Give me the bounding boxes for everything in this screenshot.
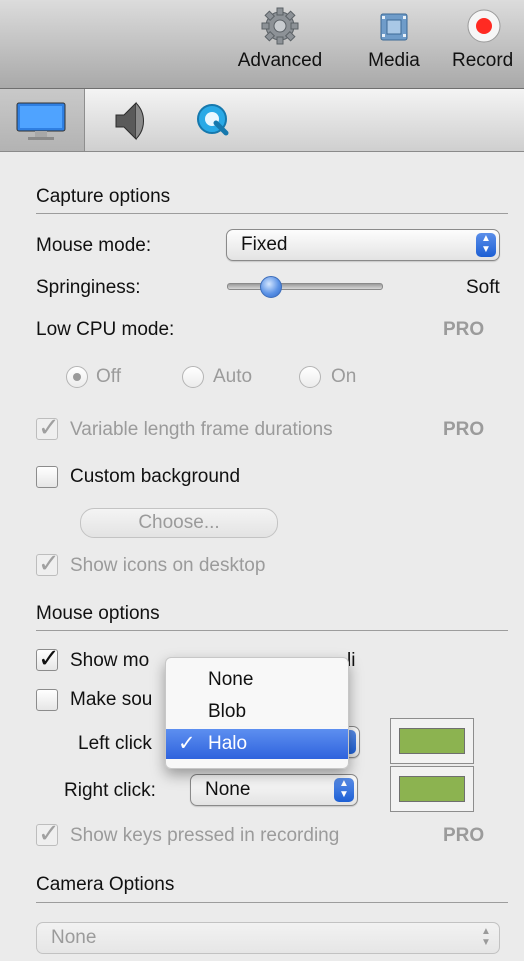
radio-on-label: On xyxy=(331,366,357,387)
record-label: Record xyxy=(452,50,514,71)
show-keys-label: Show keys pressed in recording xyxy=(70,825,340,846)
show-icons-checkbox[interactable]: ✓ xyxy=(36,548,60,578)
menu-item-label: None xyxy=(208,669,254,690)
color-swatch xyxy=(399,728,465,754)
left-click-color-well[interactable] xyxy=(390,718,474,764)
popup-arrows-icon: ▲▼ xyxy=(334,778,354,802)
springiness-soft-label: Soft xyxy=(466,277,500,298)
popup-arrows-icon: ▲▼ xyxy=(476,233,496,257)
variable-frame-pro-badge: PRO xyxy=(443,419,485,440)
make-sound-checkbox[interactable] xyxy=(36,689,58,711)
radio-auto-label: Auto xyxy=(213,366,253,387)
capture-options-heading: Capture options xyxy=(36,186,171,207)
menu-item-halo[interactable]: ✓ Halo xyxy=(166,729,348,759)
radio-on[interactable] xyxy=(299,366,321,388)
tab-bar xyxy=(0,89,524,152)
low-cpu-label: Low CPU mode: xyxy=(36,319,175,340)
mouse-mode-select[interactable]: Fixed ▲ ▼ xyxy=(226,229,500,261)
menu-item-label: Blob xyxy=(208,701,247,722)
show-mouse-label: Show mo xyxy=(70,650,150,671)
show-icons-label: Show icons on desktop xyxy=(70,555,266,576)
camera-options-heading: Camera Options xyxy=(36,874,175,895)
checkmark-icon: ✓ xyxy=(38,548,60,578)
variable-frame-checkbox[interactable]: ✓ xyxy=(36,412,60,442)
radio-dot xyxy=(73,373,81,381)
mouse-mode-value: Fixed xyxy=(241,234,288,255)
low-cpu-pro-badge: PRO xyxy=(443,319,485,340)
advanced-label: Advanced xyxy=(237,50,323,71)
springiness-slider-knob[interactable] xyxy=(260,276,283,298)
checkmark-icon: ✓ xyxy=(38,643,60,673)
gear-icon xyxy=(258,6,302,46)
custom-background-label: Custom background xyxy=(70,466,241,487)
checkmark-icon: ✓ xyxy=(178,732,196,755)
speaker-icon xyxy=(115,101,144,141)
media-toolbar-button[interactable]: Media xyxy=(356,6,432,72)
record-icon xyxy=(462,6,506,46)
left-click-dropdown-menu: None Blob ✓ Halo xyxy=(165,657,349,769)
choose-button[interactable]: Choose... xyxy=(80,508,278,538)
right-click-select[interactable]: None ▲ ▼ xyxy=(190,774,358,806)
toolbar: Advanced Media Record xyxy=(0,0,524,89)
display-icon xyxy=(16,102,66,140)
right-click-color-well[interactable] xyxy=(390,766,474,812)
tab-audio[interactable] xyxy=(86,89,170,151)
show-keys-pro-badge: PRO xyxy=(443,825,485,846)
divider xyxy=(36,213,508,214)
right-click-label: Right click: xyxy=(64,780,156,801)
right-click-value: None xyxy=(205,779,251,800)
popup-arrows-icon: ▲▼ xyxy=(481,926,491,948)
show-keys-checkbox[interactable]: ✓ xyxy=(36,818,60,848)
show-mouse-checkbox[interactable]: ✓ xyxy=(36,643,60,673)
variable-frame-label: Variable length frame durations xyxy=(70,419,333,440)
make-sound-label: Make sou xyxy=(70,689,153,710)
divider xyxy=(36,630,508,631)
springiness-label: Springiness: xyxy=(36,277,141,298)
tab-quicktime[interactable] xyxy=(172,89,256,151)
camera-value: None xyxy=(51,927,97,948)
menu-item-label: Halo xyxy=(208,733,248,754)
divider xyxy=(36,902,508,903)
checkmark-icon: ✓ xyxy=(38,412,60,442)
menu-item-blob[interactable]: Blob xyxy=(166,697,348,727)
checkmark-icon: ✓ xyxy=(38,818,60,848)
left-click-label: Left click xyxy=(78,733,152,754)
film-icon xyxy=(372,6,416,46)
tab-capture[interactable] xyxy=(0,89,85,151)
media-label: Media xyxy=(368,50,420,71)
radio-auto[interactable] xyxy=(182,366,204,388)
radio-off-label: Off xyxy=(96,366,121,387)
color-swatch xyxy=(399,776,465,802)
record-toolbar-button[interactable]: Record xyxy=(452,6,524,72)
custom-background-checkbox[interactable] xyxy=(36,466,58,488)
advanced-toolbar-button[interactable]: Advanced xyxy=(228,6,332,72)
mouse-options-heading: Mouse options xyxy=(36,603,160,624)
mouse-mode-label: Mouse mode: xyxy=(36,235,152,256)
menu-item-none[interactable]: None xyxy=(166,665,348,695)
camera-select[interactable]: None ▲ ▼ xyxy=(36,922,500,954)
quicktime-icon xyxy=(197,104,229,136)
radio-off[interactable] xyxy=(66,366,88,388)
springiness-slider[interactable] xyxy=(227,283,383,290)
